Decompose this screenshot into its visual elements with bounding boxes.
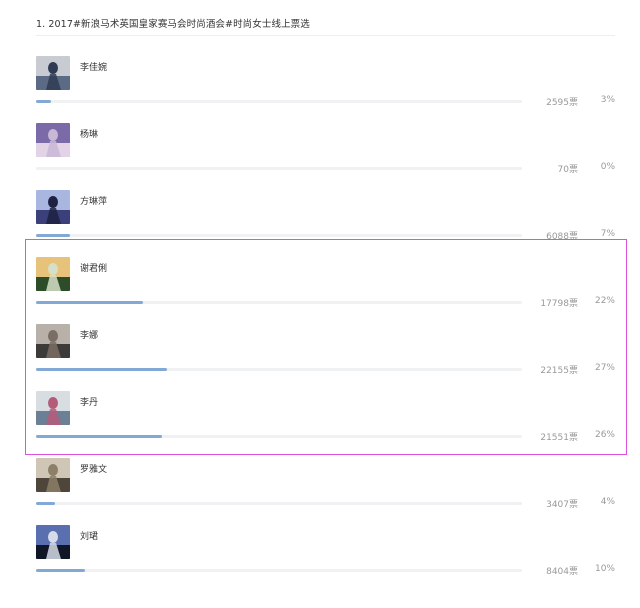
title-divider: [36, 35, 615, 36]
vote-progress-track: [36, 100, 522, 103]
candidate-row: 李娜 22155票 27%: [0, 321, 640, 388]
vote-percent: 0%: [600, 162, 615, 172]
candidate-photo[interactable]: [36, 123, 70, 157]
candidate-row: 李佳婉 2595票 3%: [0, 53, 640, 120]
candidate-row: 罗雅文 3407票 4%: [0, 455, 640, 522]
candidate-name: 谢君俐: [80, 264, 108, 274]
candidate-photo[interactable]: [36, 190, 70, 224]
candidate-row: 刘珺 8404票 10%: [0, 522, 640, 589]
vote-progress-track: [36, 167, 522, 170]
vote-progress-fill: [36, 502, 55, 505]
vote-progress-fill: [36, 301, 143, 304]
vote-count: 3407票: [546, 500, 578, 510]
vote-percent: 26%: [594, 430, 615, 440]
candidate-name: 李丹: [80, 398, 99, 408]
vote-progress-fill: [36, 100, 51, 103]
candidate-photo[interactable]: [36, 56, 70, 90]
candidate-name: 方琳萍: [80, 197, 108, 207]
candidate-name: 李娜: [80, 331, 99, 341]
vote-progress-fill: [36, 569, 85, 572]
candidate-photo[interactable]: [36, 257, 70, 291]
candidate-photo[interactable]: [36, 525, 70, 559]
candidate-name: 杨琳: [80, 130, 99, 140]
vote-count: 6088票: [546, 232, 578, 242]
candidate-photo[interactable]: [36, 324, 70, 358]
vote-count: 17798票: [540, 299, 578, 309]
candidate-row: 谢君俐 17798票 22%: [0, 254, 640, 321]
vote-progress-track: [36, 368, 522, 371]
candidate-photo[interactable]: [36, 391, 70, 425]
candidate-name: 李佳婉: [80, 63, 108, 73]
vote-count: 70票: [557, 165, 578, 175]
vote-count: 8404票: [546, 567, 578, 577]
candidate-name: 罗雅文: [80, 465, 108, 475]
vote-count: 2595票: [546, 98, 578, 108]
vote-percent: 7%: [600, 229, 615, 239]
vote-count: 22155票: [540, 366, 578, 376]
vote-progress-fill: [36, 368, 167, 371]
poll-title: 1. 2017#新浪马术英国皇家赛马会时尚酒会#时尚女士线上票选: [36, 19, 310, 30]
vote-progress-track: [36, 435, 522, 438]
candidate-row: 李丹 21551票 26%: [0, 388, 640, 455]
vote-count: 21551票: [540, 433, 578, 443]
vote-progress-track: [36, 569, 522, 572]
vote-progress-track: [36, 301, 522, 304]
vote-percent: 3%: [600, 95, 615, 105]
vote-percent: 22%: [594, 296, 615, 306]
candidate-name: 刘珺: [80, 532, 99, 542]
candidate-photo[interactable]: [36, 458, 70, 492]
vote-percent: 10%: [594, 564, 615, 574]
candidate-row: 杨琳 70票 0%: [0, 120, 640, 187]
candidate-row: 方琳萍 6088票 7%: [0, 187, 640, 254]
vote-progress-fill: [36, 435, 162, 438]
vote-percent: 4%: [600, 497, 615, 507]
vote-progress-track: [36, 234, 522, 237]
vote-progress-track: [36, 502, 522, 505]
vote-progress-fill: [36, 234, 70, 237]
vote-percent: 27%: [594, 363, 615, 373]
